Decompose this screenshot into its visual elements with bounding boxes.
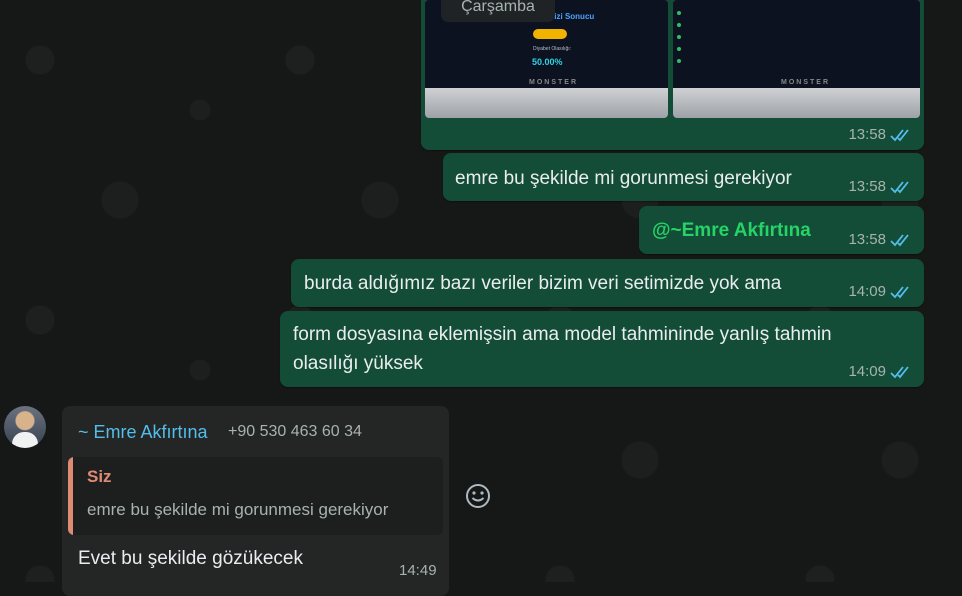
sender-name[interactable]: ~ Emre Akfırtına <box>78 422 208 443</box>
screen-probability-label: Diyabet Olasılığı: <box>533 46 572 52</box>
outgoing-message[interactable]: @~Emre Akfırtına 13:58 <box>639 206 924 254</box>
double-check-icon <box>890 285 909 298</box>
message-text: emre bu şekilde mi gorunmesi gerekiyor <box>455 168 792 189</box>
message-meta: 14:09 <box>848 363 914 380</box>
avatar[interactable] <box>4 406 46 448</box>
message-time: 13:58 <box>848 231 886 248</box>
screen-probability-value: 50.00% <box>532 57 563 67</box>
double-check-icon <box>890 180 909 193</box>
screen-list-item: ​ <box>677 22 684 27</box>
image-message[interactable]: Diyabet Risk Analizi Sonucu Diyabet Olas… <box>421 0 924 150</box>
outgoing-message[interactable]: burda aldığımız bazı veriler bizim veri … <box>291 259 924 307</box>
quote-author: Siz <box>87 467 112 486</box>
screen-list-item: ​ <box>677 10 684 15</box>
message-meta: 13:58 <box>848 178 914 195</box>
message-time: 13:58 <box>848 178 886 195</box>
message-meta: 14:09 <box>848 283 914 300</box>
screen-list-item: ​ <box>677 34 684 39</box>
message-meta: 13:58 <box>848 126 914 143</box>
double-check-icon <box>890 128 909 141</box>
message-text: burda aldığımız bazı veriler bizim veri … <box>304 273 782 294</box>
message-text-line: form dosyasına eklemişsin ama model tahm… <box>293 324 832 345</box>
outgoing-message[interactable]: emre bu şekilde mi gorunmesi gerekiyor 1… <box>443 153 924 201</box>
message-time: 14:09 <box>848 363 886 380</box>
message-text: Evet bu şekilde gözükecek <box>78 548 303 569</box>
message-text-line: olasılığı yüksek <box>293 353 423 374</box>
avatar-figure <box>12 432 38 448</box>
laptop-screen <box>673 0 920 88</box>
outgoing-message[interactable]: form dosyasına eklemişsin ama model tahm… <box>280 311 924 387</box>
screen-list-item: ​ <box>677 58 684 63</box>
screen-list-item: ​ <box>677 46 684 51</box>
emoji-smile-icon[interactable] <box>464 482 492 510</box>
quote-text: emre bu şekilde mi gorunmesi gerekiyor <box>87 500 389 519</box>
message-time: 13:58 <box>848 126 886 143</box>
message-time: 14:09 <box>848 283 886 300</box>
photo-thumbnail[interactable]: ​ ​ ​ ​ ​ MONSTER <box>673 0 920 118</box>
laptop-base <box>673 88 920 118</box>
message-time: 14:49 <box>399 562 437 579</box>
mention-link[interactable]: @~Emre Akfırtına <box>652 216 811 245</box>
quoted-message[interactable]: Siz emre bu şekilde mi gorunmesi gerekiy… <box>68 457 443 535</box>
double-check-icon <box>890 365 909 378</box>
sender-phone: +90 530 463 60 34 <box>228 423 362 440</box>
double-check-icon <box>890 233 909 246</box>
laptop-base <box>425 88 668 118</box>
message-meta: 13:58 <box>848 231 914 248</box>
date-divider: Çarşamba <box>441 0 555 22</box>
screen-button <box>533 29 567 39</box>
quote-accent-bar <box>68 457 73 535</box>
laptop-brand: MONSTER <box>529 79 578 86</box>
laptop-brand: MONSTER <box>781 79 830 86</box>
